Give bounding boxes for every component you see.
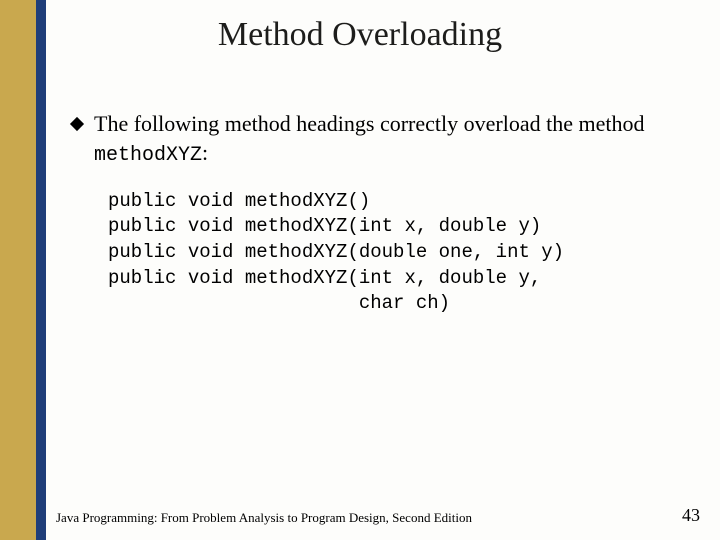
diamond-bullet-icon	[70, 117, 84, 131]
footer-text: Java Programming: From Problem Analysis …	[56, 510, 472, 526]
left-border-blue	[36, 0, 46, 540]
page-title: Method Overloading	[0, 16, 720, 54]
bullet-text: The following method headings correctly …	[94, 110, 690, 169]
bullet-suffix: :	[202, 140, 208, 165]
left-border-gold	[0, 0, 36, 540]
page-number: 43	[682, 505, 700, 526]
bullet-item: The following method headings correctly …	[72, 110, 690, 169]
footer: Java Programming: From Problem Analysis …	[56, 505, 700, 526]
code-block: public void methodXYZ() public void meth…	[108, 189, 690, 317]
content-area: The following method headings correctly …	[72, 110, 690, 317]
method-name-inline: methodXYZ	[94, 144, 202, 167]
bullet-prefix: The following method headings correctly …	[94, 111, 644, 136]
